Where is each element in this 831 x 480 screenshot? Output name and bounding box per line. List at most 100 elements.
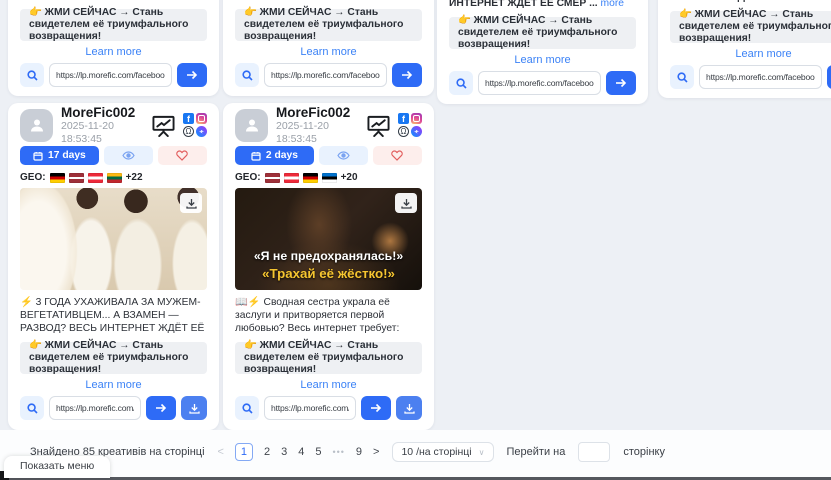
body-text: ИНТЕРНЕТ ЖДЁТ ЕЁ СМЕР ...: [235, 0, 384, 1]
download-image-button[interactable]: [180, 193, 202, 213]
favorite-button[interactable]: [158, 146, 207, 165]
search-button[interactable]: [235, 396, 259, 420]
page-size-value: 10 /на сторінці: [401, 446, 471, 458]
creatives-grid-page: ИНТЕРНЕТ ЖДЁТ ЕЁ СМЕР ... more 👉 ЖМИ СЕЙ…: [0, 0, 831, 480]
placements: [183, 113, 207, 137]
landing-url-input[interactable]: [49, 396, 141, 420]
download-creative-button[interactable]: [396, 396, 422, 420]
creative-card: MoreFic002 2025-11-20 18:53:45 17: [8, 103, 219, 430]
flag-at-icon: [88, 173, 103, 183]
download-image-button[interactable]: [395, 193, 417, 213]
avatar: [235, 109, 268, 142]
search-button[interactable]: [235, 63, 259, 87]
presentation-chart-icon: [366, 114, 391, 137]
download-icon: [401, 198, 412, 209]
pagination-page-5[interactable]: 5: [315, 446, 321, 458]
learn-more-link[interactable]: Learn more: [235, 374, 422, 396]
open-url-button[interactable]: [392, 63, 422, 87]
url-row: [235, 396, 422, 420]
pagination-page-9[interactable]: 9: [356, 446, 362, 458]
cta-box: 👉 ЖМИ СЕЙЧАС → Стань свидетелем её триум…: [235, 342, 422, 374]
creative-image: «Я не предохранялась!» «Трахай её жёстко…: [235, 188, 422, 290]
pagination-prev-button[interactable]: <: [218, 446, 224, 458]
search-button[interactable]: [670, 65, 694, 89]
creative-body-text: ИНТЕРНЕТ ЖДЁТ ЕЁ СМЕР ... more: [449, 0, 636, 11]
actions-row: 17 days: [20, 146, 207, 165]
open-url-button[interactable]: [606, 71, 636, 95]
overlay-line-1: «Я не предохранялась!»: [235, 249, 422, 265]
creative-body-text: ИНТЕРНЕТ ЖДЁТ ЕЁ СМЕР ... more: [670, 0, 831, 5]
creative-body-text: ИНТЕРНЕТ ЖДЁТ ЕЁ СМЕР ... more: [235, 0, 422, 3]
landing-url-input[interactable]: [264, 63, 387, 87]
days-active-button[interactable]: 17 days: [20, 146, 99, 165]
heart-icon: [176, 150, 188, 161]
open-url-button[interactable]: [177, 63, 207, 87]
preview-button[interactable]: [319, 146, 368, 165]
search-icon: [456, 78, 467, 89]
search-button[interactable]: [449, 71, 473, 95]
geo-label: GEO:: [20, 172, 46, 183]
landing-url-input[interactable]: [49, 63, 172, 87]
overlay-line-2: «Трахай её жёстко!»: [235, 265, 422, 282]
actions-row: 2 days: [235, 146, 422, 165]
instagram-icon: [411, 113, 422, 124]
image-overlay-text: «Я не предохранялась!» «Трахай её жёстко…: [235, 249, 422, 282]
flag-at-icon: [284, 173, 299, 183]
cta-box: 👉 ЖМИ СЕЙЧАС → Стань свидетелем её триум…: [449, 17, 636, 49]
download-icon: [189, 403, 200, 414]
pagination-page-3[interactable]: 3: [281, 446, 287, 458]
pagination-ellipsis[interactable]: •••: [332, 447, 344, 457]
open-url-button[interactable]: [146, 396, 176, 420]
more-link[interactable]: more: [387, 0, 410, 1]
geo-more-count: +20: [341, 172, 358, 183]
body-text: ИНТЕРНЕТ ЖДЁТ ЕЁ СМЕР ...: [20, 0, 169, 1]
page-size-select[interactable]: 10 /на сторінці ∨: [392, 442, 493, 462]
url-row: [20, 396, 207, 420]
pagination-next-button[interactable]: >: [373, 446, 379, 458]
more-link[interactable]: more: [172, 0, 195, 1]
audience-network-icon: [183, 126, 194, 137]
creative-body-text: ⚡ 3 ГОДА УХАЖИВАЛА ЗА МУЖЕМ-ВЕГЕТАТИВЦЕМ…: [20, 296, 207, 335]
person-icon: [244, 117, 260, 133]
landing-url-input[interactable]: [699, 65, 822, 89]
days-active-button[interactable]: 2 days: [235, 146, 314, 165]
show-menu-button[interactable]: Показать меню: [4, 456, 110, 478]
advertiser-name[interactable]: MoreFic002: [276, 105, 358, 120]
search-icon: [27, 403, 38, 414]
download-creative-button[interactable]: [181, 396, 207, 420]
learn-more-link[interactable]: Learn more: [235, 41, 422, 63]
learn-more-link[interactable]: Learn more: [20, 41, 207, 63]
search-icon: [242, 70, 253, 81]
more-link[interactable]: more: [601, 0, 624, 9]
body-text: ⚡ 3 ГОДА УХАЖИВАЛА ЗА МУЖЕМ-ВЕГЕТАТИВЦЕМ…: [20, 297, 204, 335]
pagination-bar: Знайдено 85 креативів на сторінці < 1 2 …: [0, 430, 831, 477]
landing-url-input[interactable]: [264, 396, 356, 420]
search-button[interactable]: [20, 63, 44, 87]
learn-more-link[interactable]: Learn more: [670, 43, 831, 65]
advertiser-name[interactable]: MoreFic002: [61, 105, 143, 120]
pagination-page-1[interactable]: 1: [235, 443, 253, 461]
open-url-button[interactable]: [361, 396, 391, 420]
days-label: 17 days: [48, 150, 86, 161]
preview-button[interactable]: [104, 146, 153, 165]
search-button[interactable]: [20, 396, 44, 420]
arrow-right-icon: [370, 403, 382, 413]
learn-more-link[interactable]: Learn more: [20, 374, 207, 396]
favorite-button[interactable]: [373, 146, 422, 165]
open-url-button[interactable]: [827, 65, 831, 89]
learn-more-link[interactable]: Learn more: [449, 49, 636, 71]
pagination-page-4[interactable]: 4: [298, 446, 304, 458]
goto-page-input[interactable]: [578, 442, 610, 462]
geo-more-count: +22: [126, 172, 143, 183]
body-text: ИНТЕРНЕТ ЖДЁТ ЕЁ СМЕР ...: [670, 0, 819, 3]
instagram-icon: [196, 113, 207, 124]
body-text: ИНТЕРНЕТ ЖДЁТ ЕЁ СМЕР ...: [449, 0, 598, 9]
landing-url-input[interactable]: [478, 71, 601, 95]
arrow-right-icon: [615, 78, 627, 88]
creative-date: 2025-11-20 18:53:45: [61, 120, 143, 146]
search-icon: [27, 70, 38, 81]
pagination-page-2[interactable]: 2: [264, 446, 270, 458]
more-link[interactable]: more: [822, 0, 831, 3]
days-label: 2 days: [266, 150, 298, 161]
creative-body-text: 📖⚡ Сводная сестра украла её заслуги и пр…: [235, 296, 422, 335]
